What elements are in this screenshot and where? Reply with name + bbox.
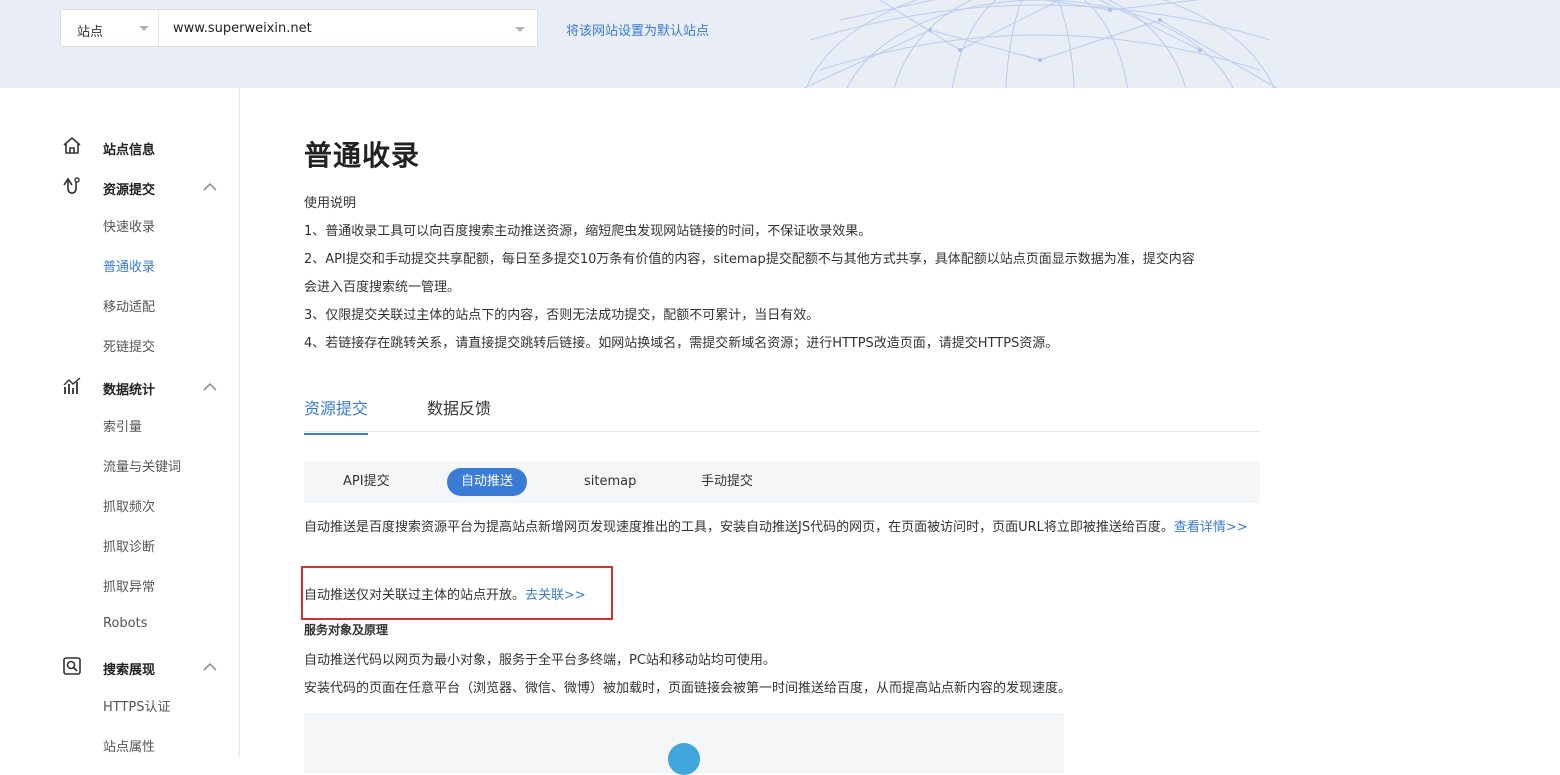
sidebar-group-data-stats[interactable]: 数据统计 — [0, 375, 239, 401]
site-type-label: 站点 — [77, 25, 104, 40]
top-header: 站点 www.superweixin.net 将该网站设置为默认站点 — [0, 0, 1560, 88]
sidebar-item-robots[interactable]: Robots — [103, 616, 147, 631]
submit-icon — [63, 177, 80, 194]
search-display-icon — [63, 657, 81, 675]
sidebar-item-index-volume[interactable]: 索引量 — [103, 416, 142, 435]
instruction-line: 2、API提交和手动提交共享配额，每日至多提交10万条有价值的内容，sitema… — [304, 252, 1195, 267]
section-title: 服务对象及原理 — [304, 623, 389, 637]
sidebar-group-label: 资源提交 — [103, 183, 156, 198]
site-url-value: www.superweixin.net — [173, 21, 312, 36]
chevron-down-icon[interactable] — [515, 27, 525, 32]
instruction-line: 1、普通收录工具可以向百度搜索主动推送资源，缩短爬虫发现网站链接的时间，不保证收… — [304, 224, 872, 239]
go-associate-link[interactable]: 去关联>> — [525, 588, 586, 603]
site-type-dropdown[interactable]: 站点 — [61, 10, 159, 46]
sidebar-item-fast-index[interactable]: 快速收录 — [103, 216, 155, 235]
diagram-panel — [304, 713, 1064, 775]
subtab-api-submit[interactable]: API提交 — [343, 472, 390, 492]
chevron-up-icon[interactable] — [202, 179, 218, 195]
sidebar-item-traffic-keywords[interactable]: 流量与关键词 — [103, 456, 181, 475]
chevron-up-icon[interactable] — [202, 659, 218, 675]
subtab-manual-submit[interactable]: 手动提交 — [701, 472, 753, 492]
main-tabs: 资源提交 数据反馈 — [304, 389, 1260, 435]
sidebar: 站点信息 资源提交 快速收录 普通收录 移动适配 死链提交 数据统计 索引量 流… — [0, 88, 240, 757]
instruction-line: 4、若链接存在跳转关系，请直接提交跳转后链接。如网站换域名，需提交新域名资源；进… — [304, 336, 1059, 351]
diagram-node-icon — [668, 743, 700, 775]
subtab-sitemap[interactable]: sitemap — [584, 472, 636, 492]
sidebar-item-normal-index[interactable]: 普通收录 — [103, 256, 155, 275]
auto-push-description-text: 自动推送是百度搜索资源平台为提高站点新增网页发现速度推出的工具，安装自动推送JS… — [304, 520, 1174, 535]
site-selector[interactable]: 站点 www.superweixin.net — [60, 9, 538, 47]
sidebar-group-label: 数据统计 — [103, 383, 156, 398]
sidebar-item-crawl-diagnosis[interactable]: 抓取诊断 — [103, 536, 155, 555]
sidebar-group-resource-submit[interactable]: 资源提交 — [0, 175, 239, 201]
sidebar-item-crawl-errors[interactable]: 抓取异常 — [103, 576, 155, 595]
section-line: 安装代码的页面在任意平台（浏览器、微信、微博）被加载时，页面链接会被第一时间推送… — [304, 681, 1072, 696]
chevron-up-icon[interactable] — [202, 379, 218, 395]
sidebar-item-mobile-adapt[interactable]: 移动适配 — [103, 296, 155, 315]
sidebar-item-site-attributes[interactable]: 站点属性 — [103, 736, 155, 755]
auto-push-description: 自动推送是百度搜索资源平台为提高站点新增网页发现速度推出的工具，安装自动推送JS… — [304, 514, 1260, 542]
usage-instructions: 使用说明 1、普通收录工具可以向百度搜索主动推送资源，缩短爬虫发现网站链接的时间… — [304, 190, 1260, 358]
submit-method-tabs: API提交 自动推送 sitemap 手动提交 — [304, 461, 1260, 503]
sidebar-group-site-info[interactable]: 站点信息 — [0, 135, 239, 161]
association-notice-text: 自动推送仅对关联过主体的站点开放。 — [304, 588, 526, 603]
instruction-line: 会进入百度搜索统一管理。 — [304, 280, 461, 295]
section-line: 自动推送代码以网页为最小对象，服务于全平台多终端，PC站和移动站均可使用。 — [304, 653, 776, 668]
sidebar-group-search-display[interactable]: 搜索展现 — [0, 655, 239, 681]
page-title: 普通收录 — [304, 139, 421, 172]
sidebar-group-label: 站点信息 — [103, 143, 156, 158]
set-default-site-link[interactable]: 将该网站设置为默认站点 — [566, 20, 709, 39]
tab-data-feedback[interactable]: 数据反馈 — [427, 395, 491, 433]
sidebar-item-deadlink[interactable]: 死链提交 — [103, 336, 155, 355]
subtab-auto-push[interactable]: 自动推送 — [447, 468, 528, 496]
sidebar-item-crawl-frequency[interactable]: 抓取频次 — [103, 496, 155, 515]
view-details-link[interactable]: 查看详情>> — [1174, 520, 1248, 535]
section-body: 自动推送代码以网页为最小对象，服务于全平台多终端，PC站和移动站均可使用。 安装… — [304, 647, 1260, 703]
chevron-down-icon — [139, 26, 149, 31]
instruction-line: 3、仅限提交关联过主体的站点下的内容，否则无法成功提交，配额不可累计，当日有效。 — [304, 308, 820, 323]
tab-resource-submit[interactable]: 资源提交 — [304, 395, 369, 435]
stats-icon — [63, 377, 81, 394]
sidebar-group-label: 搜索展现 — [103, 663, 156, 678]
instructions-heading: 使用说明 — [304, 196, 357, 211]
globe-decoration — [803, 0, 1278, 88]
home-icon — [63, 137, 81, 154]
sidebar-item-https-cert[interactable]: HTTPS认证 — [103, 696, 171, 715]
association-notice: 自动推送仅对关联过主体的站点开放。去关联>> — [304, 584, 586, 603]
